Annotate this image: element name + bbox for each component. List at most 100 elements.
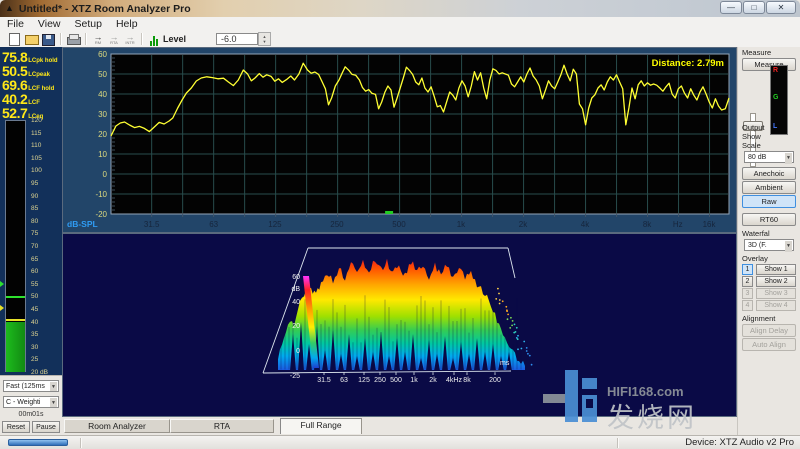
svg-text:dB-SPL: dB-SPL xyxy=(67,219,98,229)
overlay-4-toggle[interactable]: 4 xyxy=(742,300,753,311)
reset-button[interactable]: Reset xyxy=(2,421,30,433)
level-label: Level xyxy=(163,34,186,44)
svg-text:dB: dB xyxy=(291,286,300,293)
svg-text:63: 63 xyxy=(340,377,348,384)
svg-text:250: 250 xyxy=(330,220,344,229)
svg-text:8k: 8k xyxy=(643,220,652,229)
app-icon: ▲ xyxy=(5,0,14,17)
svg-text:250: 250 xyxy=(374,377,386,384)
meter-letter-g: G xyxy=(773,94,778,101)
response-speed-dropdown[interactable]: Fast (125ms xyxy=(3,380,59,392)
elapsed-time: 00m01s xyxy=(0,411,62,418)
print-icon[interactable] xyxy=(66,33,81,46)
waterfall-3d-chart[interactable]: 60dB40200-2531.5631252505001k2k4kHz8k200… xyxy=(62,233,737,417)
overlay-2-show-button[interactable]: Show 2 xyxy=(756,276,796,287)
svg-text:Distance: 2.79m: Distance: 2.79m xyxy=(652,58,724,69)
menu-file[interactable]: File xyxy=(0,17,31,31)
tab-1[interactable]: RTA xyxy=(170,419,274,433)
meter-yellow-line xyxy=(6,319,25,321)
svg-text:30: 30 xyxy=(98,110,107,119)
meter-scale-tick: 40 xyxy=(31,319,61,326)
svg-text:-20: -20 xyxy=(95,210,107,219)
export-rta-icon[interactable]: →RTA xyxy=(106,33,122,45)
auto-align-button[interactable]: Auto Align xyxy=(742,338,796,351)
svg-text:1k: 1k xyxy=(457,220,466,229)
close-button[interactable]: ✕ xyxy=(766,1,796,14)
export-intr-caption: INTR xyxy=(122,41,138,45)
spl-readings-panel: 75.8LCpk hold 50.5LCpeak 69.6LCF hold 40… xyxy=(0,47,62,435)
meter-scale-tick: 65 xyxy=(31,256,61,263)
titlebar[interactable]: ▲ Untitled* - XTZ Room Analyzer Pro — □ … xyxy=(0,0,800,17)
meter-scale-tick: 110 xyxy=(31,142,61,149)
rt60-button[interactable]: RT60 xyxy=(742,213,796,226)
export-intr-icon[interactable]: →INTR xyxy=(122,33,138,45)
waterfall-section-label: Waterfal xyxy=(742,229,770,238)
menu-help[interactable]: Help xyxy=(109,17,145,31)
level-eq-icon xyxy=(150,36,158,46)
meter-scale-tick: 100 xyxy=(31,167,61,174)
tab-0[interactable]: Room Analyzer xyxy=(64,419,170,433)
save-file-icon[interactable] xyxy=(41,33,56,46)
input-level-meter: R G L xyxy=(770,65,788,135)
status-progress-bar xyxy=(8,439,68,446)
raw-button[interactable]: Raw xyxy=(742,195,796,208)
svg-text:2k: 2k xyxy=(519,220,528,229)
meter-scale-tick: 85 xyxy=(31,205,61,212)
svg-text:4k: 4k xyxy=(581,220,590,229)
svg-text:Hz: Hz xyxy=(673,220,683,229)
ambient-button[interactable]: Ambient xyxy=(742,181,796,194)
new-file-icon[interactable] xyxy=(7,33,22,46)
svg-text:500: 500 xyxy=(390,377,402,384)
overlay-3-toggle[interactable]: 3 xyxy=(742,288,753,299)
overlay-3-show-button[interactable]: Show 3 xyxy=(756,288,796,299)
level-spinner[interactable]: ▲▼ xyxy=(258,32,271,46)
overlay-section-label: Overlay xyxy=(742,254,768,263)
meter-peak-marker-green xyxy=(0,281,4,287)
scale-dropdown[interactable]: 80 dB xyxy=(744,151,794,163)
tab-2[interactable]: Full Range xyxy=(280,418,362,434)
spl-spectrum-chart[interactable]: 6050403020100-10-2031.5631252505001k2k4k… xyxy=(62,47,737,233)
maximize-button[interactable]: □ xyxy=(743,1,765,14)
weighting-dropdown[interactable]: C - Weighti xyxy=(3,396,59,408)
waterfall-svg: 60dB40200-2531.5631252505001k2k4kHz8k200… xyxy=(63,234,736,416)
scale-label: Scale xyxy=(742,141,761,150)
level-value-input[interactable]: -6.0 xyxy=(216,33,258,45)
overlay-1-show-button[interactable]: Show 1 xyxy=(756,264,796,275)
meter-scale-tick: 55 xyxy=(31,281,61,288)
overlay-1-toggle[interactable]: 1 xyxy=(742,264,753,275)
svg-text:4kHz: 4kHz xyxy=(446,377,462,384)
toolbar-separator xyxy=(60,33,62,45)
open-file-icon[interactable] xyxy=(24,33,39,46)
overlay-2-toggle[interactable]: 2 xyxy=(742,276,753,287)
meter-scale-tick: 105 xyxy=(31,155,61,162)
menu-view[interactable]: View xyxy=(31,17,68,31)
statusbar: Device: XTZ Audio v2 Pro xyxy=(0,435,800,449)
align-delay-button[interactable]: Align Delay xyxy=(742,324,796,337)
svg-text:500: 500 xyxy=(392,220,406,229)
svg-text:20: 20 xyxy=(292,323,300,330)
svg-text:1k: 1k xyxy=(410,377,418,384)
waterfall-mode-dropdown[interactable]: 3D (F. xyxy=(744,239,794,251)
minimize-button[interactable]: — xyxy=(720,1,742,14)
svg-text:125: 125 xyxy=(358,377,370,384)
pause-button[interactable]: Pause xyxy=(32,421,60,433)
output-label: Output xyxy=(742,123,765,132)
svg-text:31.5: 31.5 xyxy=(144,220,160,229)
svg-text:0: 0 xyxy=(296,348,300,355)
toolbar-separator xyxy=(141,33,143,45)
overlay-4-show-button[interactable]: Show 4 xyxy=(756,300,796,311)
overlay-row-2: 2 Show 2 xyxy=(742,276,798,287)
meter-green-line xyxy=(6,296,25,298)
export-rm-icon[interactable]: →RM xyxy=(90,33,106,45)
toolbar: →RM →RTA →INTR Level -6.0 ▲▼ xyxy=(0,31,800,48)
device-status: Device: XTZ Audio v2 Pro xyxy=(685,437,794,448)
meter-letter-r: R xyxy=(773,67,778,74)
menu-setup[interactable]: Setup xyxy=(68,17,109,31)
svg-text:ms: ms xyxy=(500,360,510,367)
overlay-row-4: 4 Show 4 xyxy=(742,300,798,311)
anechoic-button[interactable]: Anechoic xyxy=(742,167,796,180)
overlay-row-1: 1 Show 1 xyxy=(742,264,798,275)
chart-area: 6050403020100-10-2031.5631252505001k2k4k… xyxy=(62,47,737,435)
meter-letter-l: L xyxy=(773,123,777,130)
meter-scale-tick: 120 xyxy=(31,117,61,124)
